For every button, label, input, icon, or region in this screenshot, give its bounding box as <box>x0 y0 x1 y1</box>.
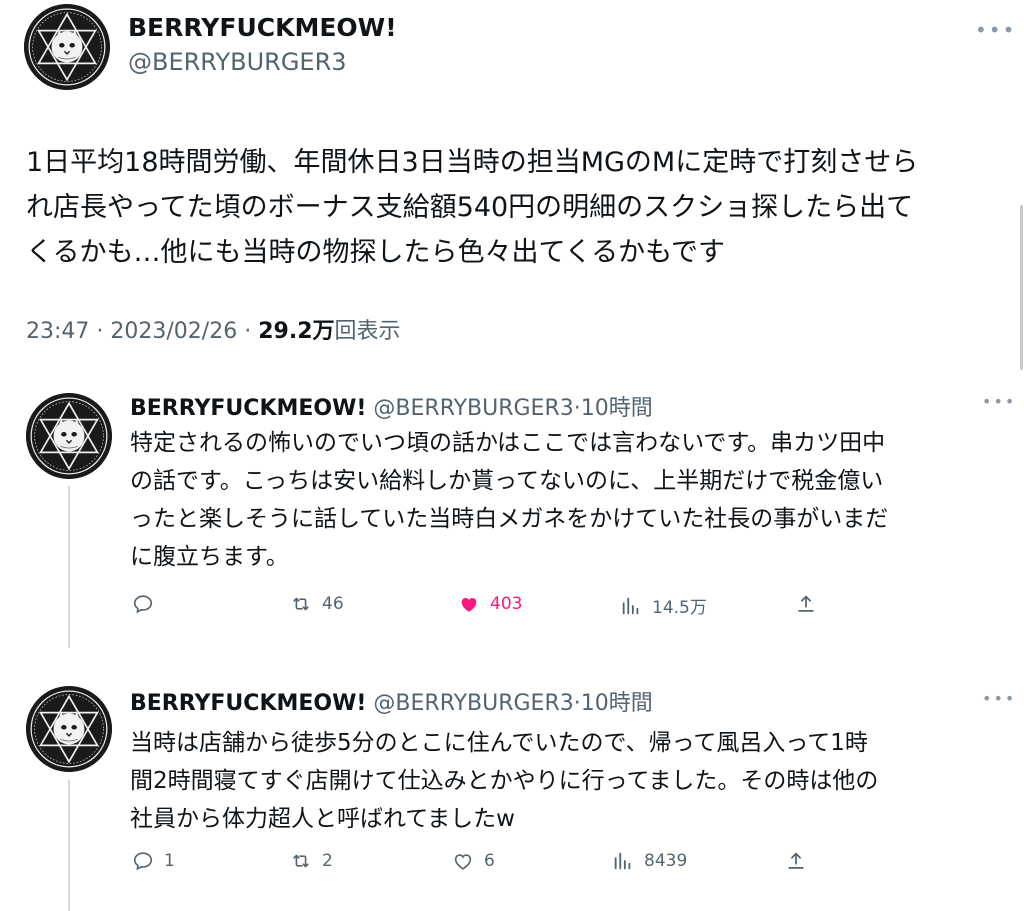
share-icon <box>788 852 804 869</box>
meta-separator: · <box>244 319 252 344</box>
cat-star-emblem-avatar-icon <box>24 4 110 90</box>
reply-2-display-name[interactable]: BERRYFUCKMEOW! <box>130 691 366 716</box>
main-tweet-meta: 23:47 · 2023/02/26 · 29.2万回表示 <box>26 313 401 345</box>
like-button[interactable]: 403 <box>458 593 522 615</box>
main-tweet-more-options-icon[interactable]: ••• <box>975 18 1016 42</box>
reply-2-header: BERRYFUCKMEOW! @BERRYBURGER3·10時間 <box>130 685 653 717</box>
reply-1-avatar[interactable] <box>26 393 112 479</box>
reply-1-more-options-icon[interactable]: ••• <box>982 392 1016 411</box>
like-count: 6 <box>484 851 495 871</box>
reply-2-time[interactable]: 10時間 <box>581 691 653 716</box>
reply-text-line: に腹立ちます。 <box>130 544 289 570</box>
reply-icon <box>133 852 153 871</box>
tweet-date[interactable]: 2023/02/26 <box>110 319 237 344</box>
scrollbar[interactable] <box>1020 205 1023 370</box>
views-button[interactable]: 8439 <box>612 850 687 872</box>
like-count: 403 <box>490 594 523 614</box>
retweet-button[interactable]: 46 <box>290 593 344 615</box>
retweet-button[interactable]: 2 <box>290 850 333 872</box>
reply-count: 1 <box>164 851 175 871</box>
reply-1-header: BERRYFUCKMEOW! @BERRYBURGER3·10時間 <box>130 390 653 422</box>
share-button[interactable] <box>795 593 817 615</box>
reply-icon <box>133 595 153 614</box>
cat-star-emblem-avatar-icon <box>26 686 112 772</box>
main-tweet-text-line: 1日平均18時間労働、年間休日3日当時の担当MGのMに定時で打刻させら <box>26 147 919 178</box>
reply-1-display-name[interactable]: BERRYFUCKMEOW! <box>130 396 366 421</box>
retweet-count: 46 <box>322 594 344 614</box>
view-count[interactable]: 29.2万 <box>258 319 334 344</box>
share-icon <box>798 595 814 612</box>
heart-icon <box>454 854 472 870</box>
reply-1-handle[interactable]: @BERRYBURGER3 <box>373 396 573 421</box>
views-button[interactable]: 14.5万 <box>620 593 707 618</box>
view-count: 8439 <box>644 851 688 871</box>
reply-2-handle[interactable]: @BERRYBURGER3 <box>373 691 573 716</box>
meta-separator: · <box>96 319 104 344</box>
reply-2-avatar[interactable] <box>26 686 112 772</box>
reply-2-text: 当時は店舗から徒歩5分のとこに住んでいたので、帰って風呂入って1時 間2時間寝て… <box>130 724 878 838</box>
reply-button[interactable]: 1 <box>132 850 175 872</box>
reply-text-line: の話です。こっちは安い給料しか貰ってないのに、上半期だけで税金億い <box>130 468 884 494</box>
analytics-icon <box>622 597 639 614</box>
reply-text-line: 当時は店舗から徒歩5分のとこに住んでいたので、帰って風呂入って1時 <box>130 730 868 756</box>
view-count-label: 回表示 <box>334 319 401 344</box>
reply-text-line: 間2時間寝てすぐ店開けて仕込みとかやりに行ってました。その時は他の <box>130 768 879 794</box>
thread-connector-line <box>68 780 70 911</box>
reply-text-line: 特定されるの怖いのでいつ頃の話かはここでは言わないです。串カツ田中 <box>130 430 886 456</box>
reply-1-text: 特定されるの怖いのでいつ頃の話かはここでは言わないです。串カツ田中 の話です。こ… <box>130 424 888 576</box>
reply-2-more-options-icon[interactable]: ••• <box>982 689 1016 708</box>
view-count: 14.5万 <box>652 598 707 618</box>
like-button[interactable]: 6 <box>452 850 495 872</box>
heart-icon <box>461 598 477 612</box>
share-button[interactable] <box>785 850 807 872</box>
main-tweet-avatar[interactable] <box>24 4 110 90</box>
retweet-icon <box>293 854 309 868</box>
tweet-time[interactable]: 23:47 <box>26 319 89 344</box>
header-separator: · <box>573 691 581 716</box>
main-tweet-handle[interactable]: @BERRYBURGER3 <box>128 48 347 76</box>
main-tweet-text: 1日平均18時間労働、年間休日3日当時の担当MGのMに定時で打刻させら れ店長や… <box>26 140 918 275</box>
main-tweet-text-line: くるかも…他にも当時の物探したら色々出てくるかもです <box>26 237 726 268</box>
retweet-count: 2 <box>322 851 333 871</box>
retweet-icon <box>293 597 309 611</box>
reply-1-time[interactable]: 10時間 <box>581 396 653 421</box>
reply-text-line: 社員から体力超人と呼ばれてましたw <box>130 806 515 832</box>
reply-button[interactable] <box>132 593 164 615</box>
header-separator: · <box>573 396 581 421</box>
main-tweet-display-name[interactable]: BERRYFUCKMEOW! <box>128 13 397 42</box>
cat-star-emblem-avatar-icon <box>26 393 112 479</box>
thread-connector-line <box>68 486 70 648</box>
analytics-icon <box>614 852 631 870</box>
reply-text-line: ったと楽しそうに話していた当時白メガネをかけていた社長の事がいまだ <box>130 506 889 532</box>
main-tweet-text-line: れ店長やってた頃のボーナス支給額540円の明細のスクショ探したら出て <box>26 192 914 223</box>
